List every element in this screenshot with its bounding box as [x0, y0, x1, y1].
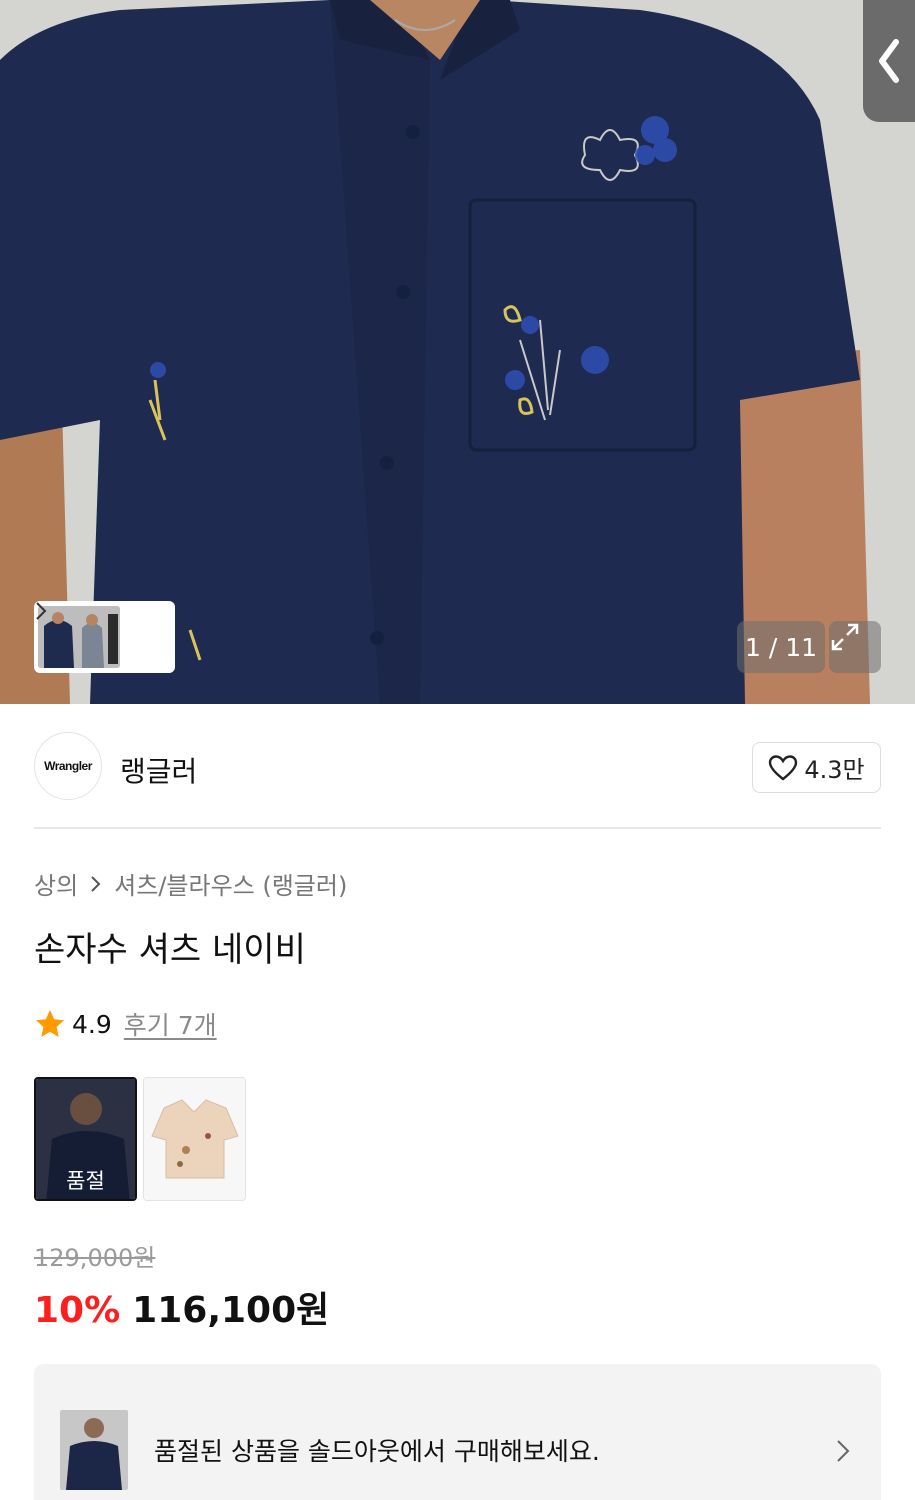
original-price: 129,000원 [34, 1244, 156, 1272]
chevron-left-icon [879, 39, 899, 83]
heart-icon [769, 754, 798, 781]
sale-price: 116,100원 [132, 1290, 330, 1331]
price-row: 10% 116,100원 [34, 1281, 329, 1333]
brand-logo[interactable]: Wrangler [34, 732, 102, 800]
rating-value: 4.9 [72, 1009, 112, 1039]
option-navy[interactable]: 품절 [34, 1077, 137, 1201]
breadcrumb-subcategory[interactable]: 셔츠/블라우스 (랭글러) [114, 866, 347, 901]
side-panel-handle[interactable] [863, 0, 915, 122]
expand-icon[interactable] [829, 621, 881, 673]
brand-name[interactable]: 랭글러 [120, 750, 197, 790]
brand-row: Wrangler 랭글러 4.3만 [34, 732, 881, 802]
navy-shirt-photo [0, 0, 915, 704]
thumbnail-preview [38, 606, 120, 668]
reviews-link[interactable]: 후기 7개 [124, 1006, 217, 1042]
discount-rate: 10% [34, 1290, 121, 1331]
soldout-resale-banner[interactable]: 품절된 상품을 솔드아웃에서 구매해보세요. [34, 1364, 881, 1500]
image-thumbnail-strip[interactable] [34, 601, 175, 673]
banner-product-thumbnail [60, 1410, 128, 1490]
image-counter: 1 / 11 [737, 621, 825, 673]
beige-shirt-thumbnail [144, 1078, 245, 1200]
like-count: 4.3만 [804, 756, 865, 784]
soldout-badge: 품절 [66, 1169, 105, 1193]
option-beige[interactable] [143, 1077, 246, 1201]
product-main-image[interactable]: 1 / 11 [0, 0, 915, 704]
like-button[interactable]: 4.3만 [752, 742, 881, 793]
color-options: 품절 [34, 1077, 246, 1201]
chevron-right-icon [36, 602, 156, 647]
rating-row: 4.9 후기 7개 [34, 1006, 217, 1042]
breadcrumb: 상의 셔츠/블라우스 (랭글러) [34, 866, 347, 901]
chevron-right-icon [91, 875, 101, 892]
breadcrumb-category[interactable]: 상의 [34, 866, 78, 901]
product-title: 손자수 셔츠 네이비 [34, 930, 306, 970]
star-icon [36, 1010, 64, 1037]
chevron-right-icon [837, 1440, 850, 1462]
banner-text: 품절된 상품을 솔드아웃에서 구매해보세요. [154, 1437, 600, 1466]
divider [34, 827, 881, 829]
